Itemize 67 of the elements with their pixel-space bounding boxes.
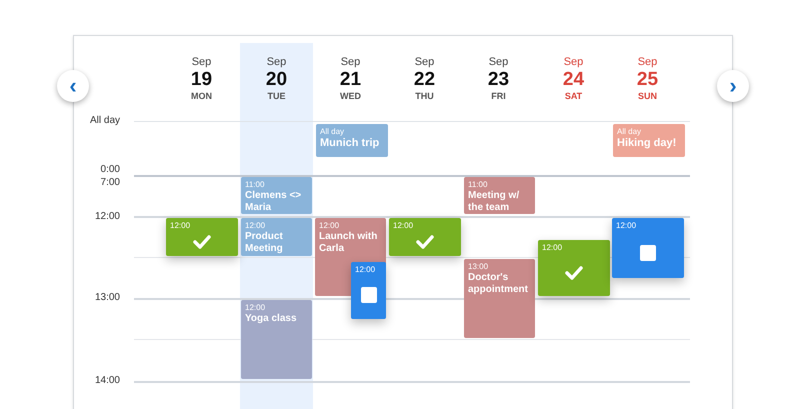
day-number: 23 (488, 69, 510, 91)
event-title: Munich trip (320, 137, 380, 150)
all-day-event[interactable]: All day Munich trip (316, 124, 388, 157)
event-time: 13:00 (468, 262, 488, 272)
event-time: 12:00 (542, 243, 562, 253)
event-time: 12:00 (170, 221, 190, 231)
event-time: 12:00 (319, 221, 340, 231)
weekday-label: TUE (268, 91, 286, 102)
month-label: Sep (488, 56, 508, 69)
event-title: Doctor's appointment (468, 272, 529, 296)
weekday-label: MON (191, 91, 212, 102)
checkmark-icon[interactable] (193, 234, 211, 248)
event-time: 11:00 (468, 180, 488, 190)
weekday-label: SUN (638, 91, 657, 102)
task-card[interactable]: 12:00 (351, 262, 386, 319)
event-title: Clemens <> Maria (245, 190, 302, 214)
time-label: 0:00 (100, 164, 120, 176)
day-number: 19 (190, 69, 212, 91)
task-card[interactable]: 12:00 (612, 218, 684, 278)
event-time: 12:00 (245, 303, 266, 313)
weekday-label: SAT (564, 91, 582, 102)
event-time: All day (320, 127, 346, 137)
event-title: Hiking day! (617, 137, 678, 150)
task-card[interactable]: 12:00 (389, 218, 461, 256)
event-card[interactable]: 12:00 Yoga class (241, 300, 312, 379)
month-label: Sep (192, 56, 212, 69)
month-label: Sep (266, 56, 286, 69)
event-title: Yoga class (245, 313, 298, 325)
checkbox[interactable] (640, 244, 656, 260)
event-time: 12:00 (245, 221, 266, 231)
month-label: Sep (340, 56, 360, 69)
next-week-button[interactable]: › (717, 70, 749, 102)
month-label: Sep (564, 56, 584, 69)
event-title: Launch with Carla (319, 231, 378, 255)
all-day-event[interactable]: All day Hiking day! (613, 124, 685, 157)
time-label: 14:00 (94, 375, 120, 387)
time-label: 12:00 (94, 211, 120, 223)
event-card[interactable]: 11:00 Clemens <> Maria (241, 177, 312, 214)
checkmark-icon[interactable] (416, 234, 434, 248)
previous-week-button[interactable]: ‹ (57, 70, 89, 102)
weekday-label: THU (415, 91, 434, 102)
day-number: 22 (414, 69, 436, 91)
event-card[interactable]: 13:00 Doctor's appointment (464, 259, 535, 338)
all-day-label: All day (88, 115, 120, 127)
month-label: Sep (638, 56, 658, 69)
day-number: 25 (636, 69, 658, 91)
event-card[interactable]: 11:00 Meeting w/ the team (464, 177, 535, 214)
event-card[interactable]: 12:00 Product Meeting (241, 218, 312, 256)
event-time: 12:00 (355, 265, 376, 275)
event-time: All day (617, 127, 642, 137)
event-title: Meeting w/ the team (468, 190, 520, 214)
day-number: 24 (562, 69, 584, 91)
day-number: 20 (266, 69, 288, 91)
event-title: Product Meeting (245, 231, 284, 255)
event-time: 12:00 (616, 221, 636, 231)
day-number: 21 (340, 69, 362, 91)
time-label: 7:00 (100, 177, 120, 189)
event-time: 12:00 (393, 221, 414, 231)
time-label: 13:00 (94, 292, 120, 304)
event-time: 11:00 (245, 180, 264, 190)
weekday-label: WED (340, 91, 361, 102)
checkmark-icon[interactable] (565, 266, 583, 280)
task-card[interactable]: 12:00 (538, 240, 610, 296)
task-card[interactable]: 12:00 (166, 218, 238, 256)
checkbox[interactable] (360, 287, 376, 303)
weekday-label: FRI (491, 91, 506, 102)
month-label: Sep (414, 56, 434, 69)
